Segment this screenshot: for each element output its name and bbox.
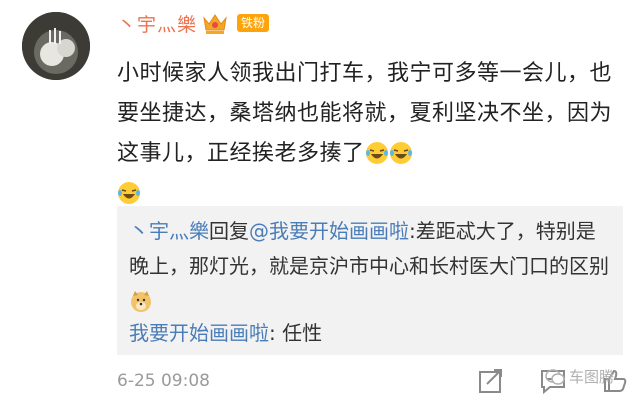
timestamp: 6-25 09:08 bbox=[117, 371, 210, 391]
username-row: 丶宇灬樂 铁粉 bbox=[117, 8, 270, 38]
laughing-tears-emoji bbox=[118, 182, 140, 204]
crown-icon bbox=[203, 14, 227, 34]
watermark: 车图腾 bbox=[545, 366, 614, 387]
avatar[interactable] bbox=[22, 12, 90, 80]
share-icon[interactable] bbox=[477, 367, 505, 395]
wechat-icon bbox=[545, 368, 565, 385]
reply-line-2: 我要开始画画啦: 任性 bbox=[129, 318, 322, 348]
reply-line: 丶宇灬樂回复@我要开始画画啦:差距忒大了，特别是晚上，那灯光，就是京沪市中心和长… bbox=[129, 214, 615, 319]
laughing-tears-emoji bbox=[389, 142, 412, 164]
username-link[interactable]: 丶宇灬樂 bbox=[117, 10, 197, 37]
post-text: 小时候家人领我出门打车，我宁可多等一会儿，也要坐捷达，桑塔纳也能将就，夏利坚决不… bbox=[117, 54, 629, 214]
mention-link[interactable]: @我要开始画画啦 bbox=[249, 219, 409, 243]
reply-verb: 回复 bbox=[209, 219, 249, 243]
reply-text-2: : 任性 bbox=[269, 321, 323, 345]
reply-user2-link[interactable]: 我要开始画画啦 bbox=[129, 321, 269, 345]
laughing-tears-emoji bbox=[365, 142, 388, 164]
doge-emoji bbox=[131, 291, 151, 312]
reply-box[interactable]: 丶宇灬樂回复@我要开始画画啦:差距忒大了，特别是晚上，那灯光，就是京沪市中心和长… bbox=[117, 206, 623, 355]
watermark-text: 车图腾 bbox=[569, 368, 615, 386]
fan-badge[interactable]: 铁粉 bbox=[237, 14, 270, 32]
reply-user-link[interactable]: 丶宇灬樂 bbox=[129, 219, 209, 243]
